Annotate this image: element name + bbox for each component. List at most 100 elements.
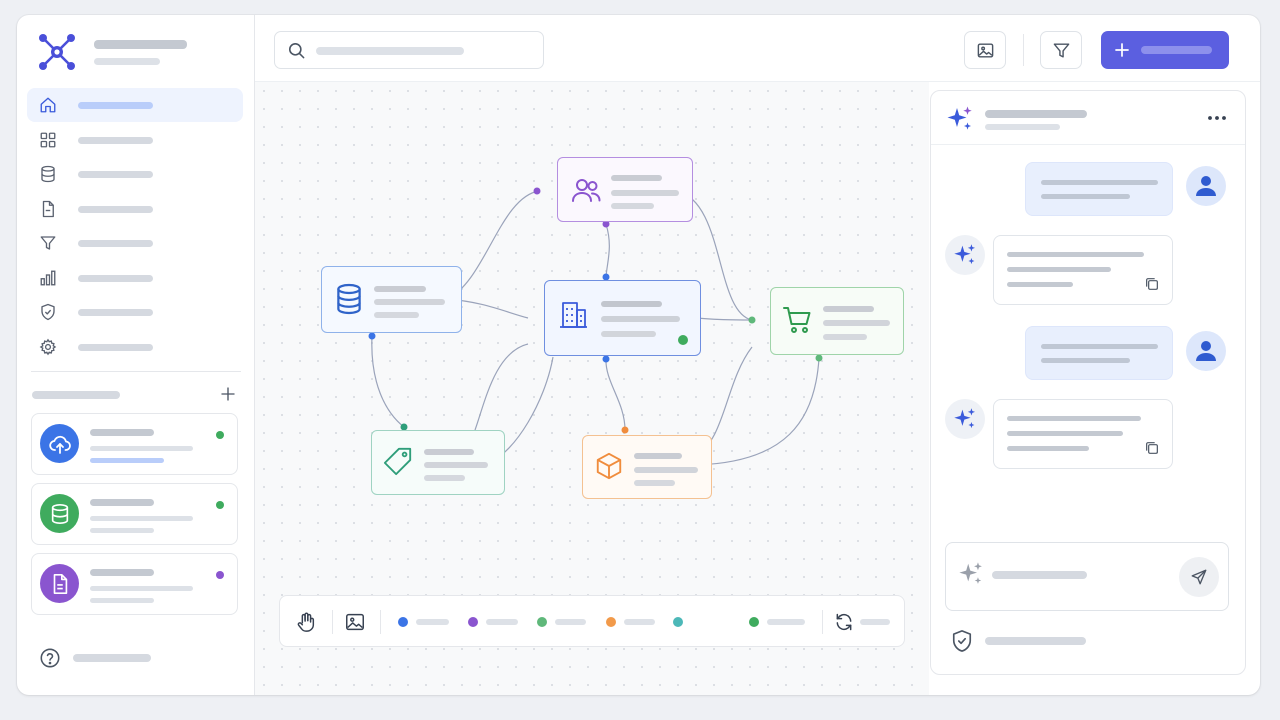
filter-icon: [40, 236, 56, 250]
legend-item[interactable]: [398, 617, 450, 627]
source-subtitle: [90, 446, 193, 451]
privacy-note-text: [985, 637, 1086, 645]
avatar: [1186, 166, 1226, 206]
filter-icon: [1053, 42, 1069, 58]
legend-item[interactable]: [606, 617, 658, 627]
sidebar-item-analytics[interactable]: [27, 261, 243, 295]
legend-label: [416, 619, 449, 625]
source-meta: [90, 598, 154, 603]
network-hub-icon: [39, 34, 75, 70]
sidebar-item-filters[interactable]: [27, 226, 243, 260]
sidebar-item-home[interactable]: [27, 88, 243, 122]
shield-check-icon: [952, 630, 972, 652]
legend-dot: [398, 617, 408, 627]
database-icon: [337, 283, 361, 315]
sidebar-item-label: [78, 171, 153, 178]
toolbar-divider: [1023, 34, 1024, 66]
legend-item[interactable]: [673, 617, 685, 627]
sidebar-divider: [31, 371, 241, 372]
graph-node-product[interactable]: [582, 435, 712, 499]
sources-section-header: [31, 387, 237, 407]
source-card[interactable]: [31, 413, 238, 475]
copy-icon[interactable]: [1144, 440, 1160, 456]
user-icon: [1196, 341, 1216, 361]
image-icon: [977, 42, 993, 58]
image-button[interactable]: [964, 31, 1006, 69]
node-subtitle: [424, 462, 488, 468]
bar-chart-icon: [40, 270, 56, 285]
help-label: [73, 654, 151, 662]
legend-label: [555, 619, 586, 625]
plus-icon: [1115, 43, 1129, 57]
legend-item[interactable]: [749, 617, 807, 627]
source-title: [90, 569, 154, 576]
refresh-icon[interactable]: [834, 612, 854, 632]
sidebar-item-documents[interactable]: [27, 192, 243, 226]
database-icon: [41, 165, 55, 183]
sidebar-item-data[interactable]: [27, 157, 243, 191]
graph-node-tag[interactable]: [371, 430, 505, 495]
source-card[interactable]: [31, 483, 238, 545]
sidebar-item-label: [78, 309, 153, 316]
message-line: [1007, 416, 1141, 421]
assistant-avatar: [945, 235, 985, 275]
node-title: [611, 175, 662, 181]
brand[interactable]: [37, 32, 237, 72]
assistant-message: [993, 399, 1173, 469]
node-meta: [601, 331, 656, 337]
create-button-label: [1141, 46, 1212, 54]
image-icon[interactable]: [344, 611, 366, 633]
message-line: [1041, 344, 1158, 349]
refresh-label: [860, 619, 890, 625]
sidebar-item-label: [78, 343, 153, 351]
home-icon: [40, 97, 56, 113]
gear-icon: [39, 338, 57, 355]
sidebar-item-label: [78, 205, 153, 213]
tag-icon: [383, 447, 412, 476]
message-input-placeholder: [992, 571, 1087, 579]
graph-node-organization[interactable]: [544, 280, 701, 356]
send-button[interactable]: [1179, 557, 1219, 597]
node-subtitle: [823, 320, 890, 326]
search-input[interactable]: [274, 31, 544, 69]
brand-name: [94, 40, 187, 49]
message-input[interactable]: [945, 542, 1229, 611]
help-link[interactable]: [39, 647, 239, 669]
source-avatar: [40, 494, 79, 533]
graph-node-database[interactable]: [321, 266, 462, 333]
legend-item[interactable]: [537, 617, 589, 627]
sidebar-item-dashboards[interactable]: [27, 123, 243, 157]
sidebar-nav: [27, 88, 243, 364]
source-title: [90, 429, 154, 436]
sidebar-item-security[interactable]: [27, 295, 243, 329]
message-line: [1041, 358, 1130, 363]
sidebar-item-label: [78, 274, 153, 282]
brand-subtitle: [94, 58, 160, 65]
legend-dot: [673, 617, 683, 627]
source-card[interactable]: [31, 553, 238, 615]
source-avatar: [40, 424, 79, 463]
toolbar-divider: [380, 610, 381, 634]
sparkles-icon: [947, 106, 972, 130]
node-meta: [634, 480, 675, 486]
create-button[interactable]: [1101, 31, 1229, 69]
node-title: [823, 306, 874, 312]
graph-canvas[interactable]: [255, 82, 929, 695]
sparkles-icon: [954, 244, 976, 265]
toolbar-divider: [822, 610, 823, 634]
filter-button[interactable]: [1040, 31, 1082, 69]
node-title: [634, 453, 682, 459]
legend-item[interactable]: [468, 617, 520, 627]
node-subtitle: [374, 299, 445, 305]
plus-icon[interactable]: [219, 385, 237, 403]
graph-node-commerce[interactable]: [770, 287, 904, 355]
message-line: [1041, 194, 1130, 199]
node-meta: [374, 312, 419, 318]
assistant-avatar: [945, 399, 985, 439]
graph-node-people[interactable]: [557, 157, 693, 222]
sidebar-item-settings[interactable]: [27, 330, 243, 364]
hand-icon[interactable]: [295, 611, 317, 633]
assistant-header: [931, 91, 1245, 145]
copy-icon[interactable]: [1144, 276, 1160, 292]
more-horizontal-icon[interactable]: [1205, 109, 1229, 127]
